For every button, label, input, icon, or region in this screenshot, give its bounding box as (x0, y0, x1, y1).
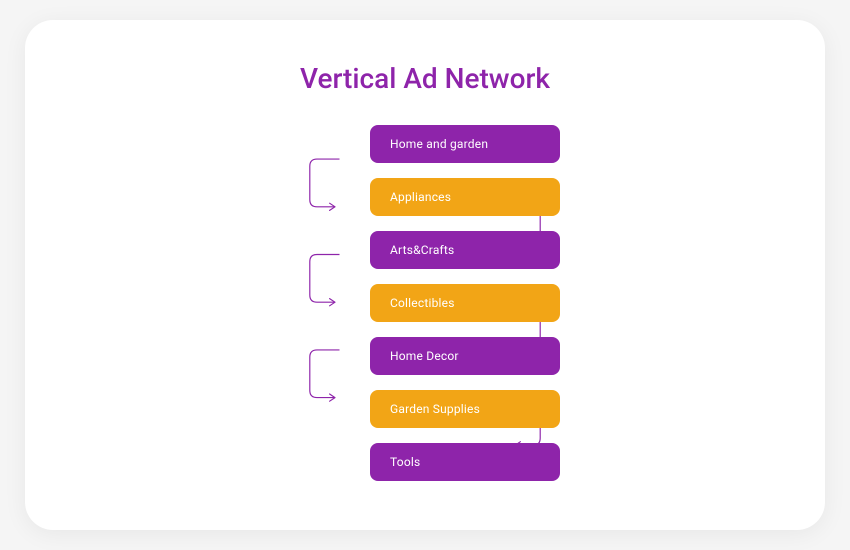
diagram-title: Vertical Ad Network (65, 62, 785, 95)
node-label: Collectibles (390, 296, 455, 310)
node-label: Appliances (390, 190, 451, 204)
node-label: Garden Supplies (390, 402, 480, 416)
node-label: Home Decor (390, 349, 459, 363)
node-home-and-garden: Home and garden (370, 125, 560, 163)
node-garden-supplies: Garden Supplies (370, 390, 560, 428)
node-label: Arts&Crafts (390, 243, 454, 257)
node-tools: Tools (370, 443, 560, 481)
node-collectibles: Collectibles (370, 284, 560, 322)
node-label: Tools (390, 455, 420, 469)
node-home-decor: Home Decor (370, 337, 560, 375)
diagram-container: Home and garden Appliances Arts&Crafts C… (65, 95, 785, 495)
node-arts-crafts: Arts&Crafts (370, 231, 560, 269)
node-appliances: Appliances (370, 178, 560, 216)
diagram-card: Vertical Ad Network (25, 20, 825, 530)
node-label: Home and garden (390, 137, 488, 151)
